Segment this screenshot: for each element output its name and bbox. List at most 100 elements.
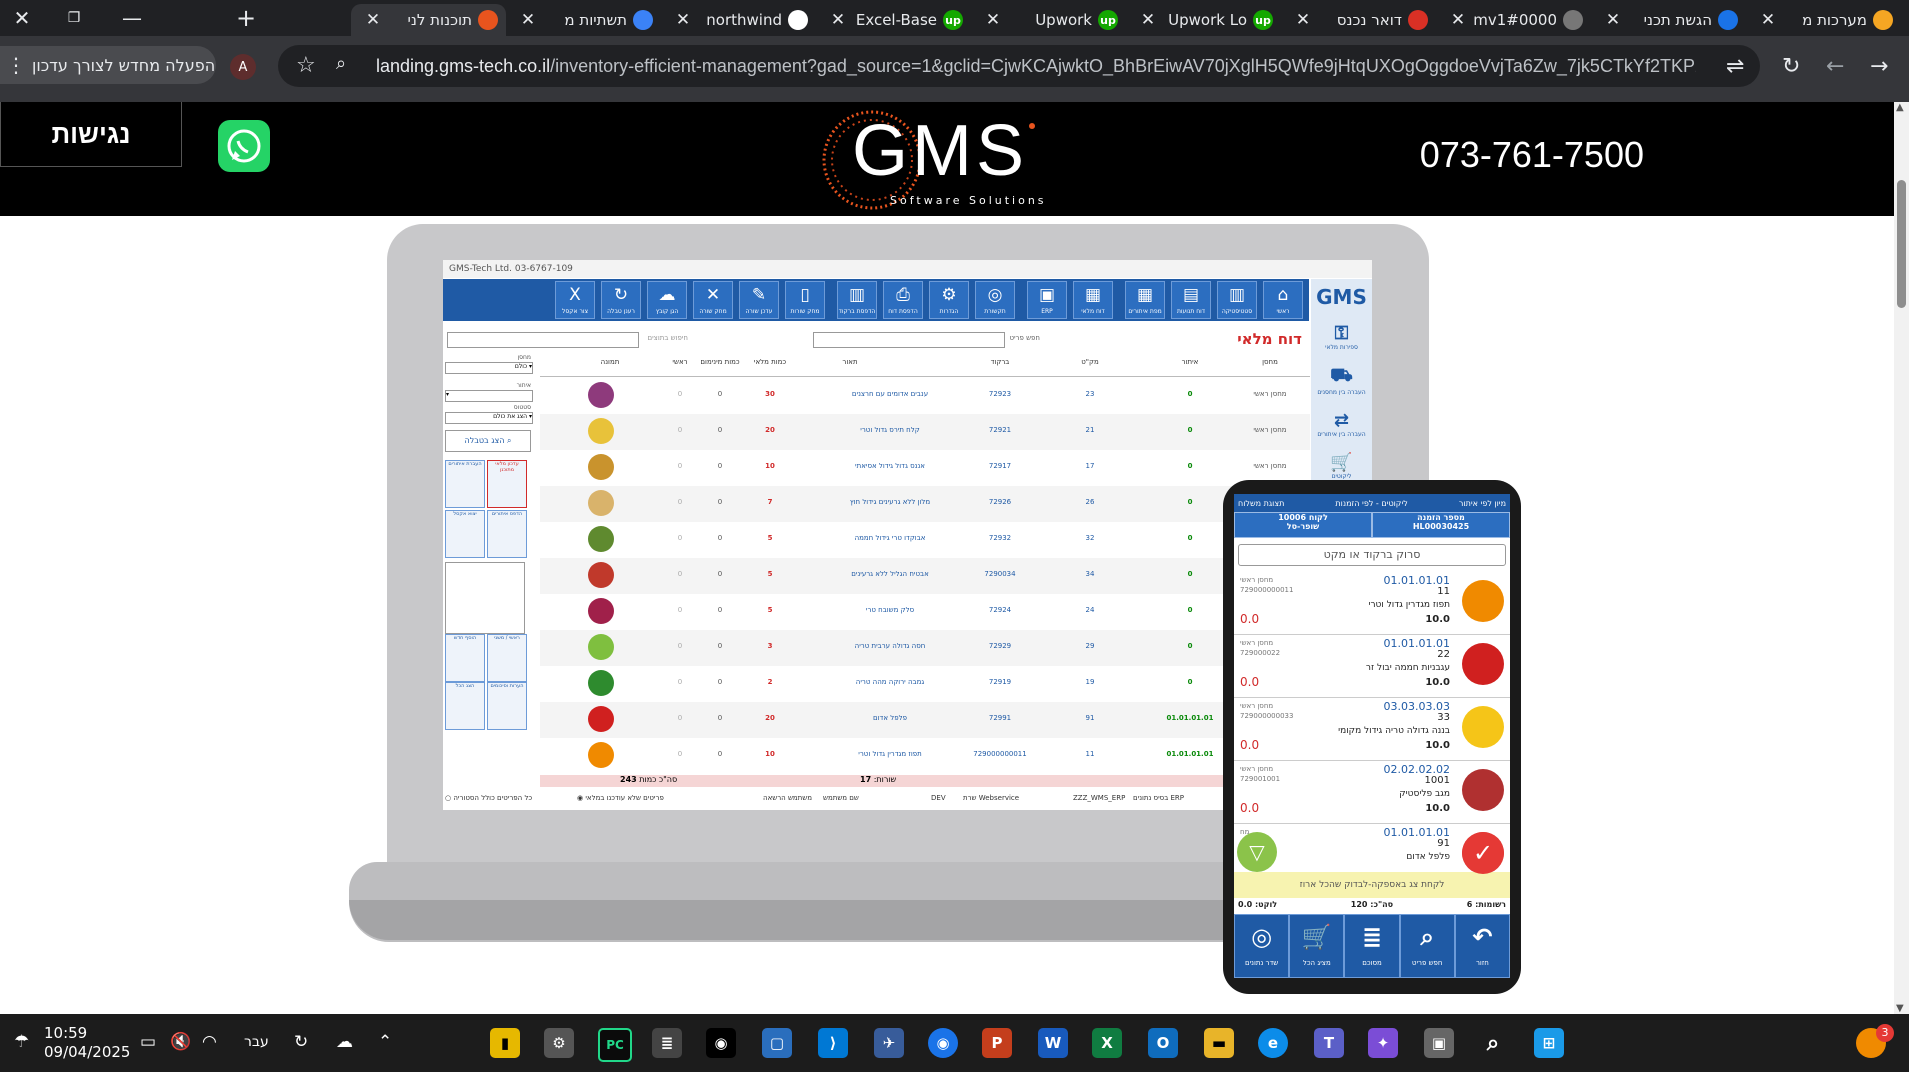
- column-header[interactable]: מק"ט: [1060, 358, 1120, 366]
- column-header[interactable]: ראשי: [650, 358, 710, 366]
- table-row[interactable]: מחסן ראשי 0 23 72923 ענבים אדומים עם חרצנים 3…: [540, 378, 1310, 414]
- confirm-check-icon[interactable]: ✓: [1462, 832, 1504, 874]
- mobile-bottom-button[interactable]: ≣ מסוכם: [1344, 914, 1400, 978]
- tab-close-icon[interactable]: ✕: [363, 10, 383, 30]
- ribbon-print-button[interactable]: ⎙ הדפסת דוח: [883, 281, 923, 319]
- chrome-icon[interactable]: ◉: [928, 1028, 958, 1058]
- notepad-icon[interactable]: ▢: [762, 1028, 792, 1058]
- window-restore-icon[interactable]: ❐: [52, 0, 96, 36]
- mobile-bottom-button[interactable]: 🛒 מציג הכל: [1289, 914, 1345, 978]
- relaunch-button[interactable]: ⋮ הפעלה מחדש לצורך עדכון: [0, 46, 216, 84]
- scroll-down-icon[interactable]: ▼: [1896, 1003, 1904, 1014]
- battery-icon[interactable]: ▭: [140, 1032, 156, 1052]
- site-settings-icon[interactable]: ⇌: [1726, 54, 1744, 79]
- table-row[interactable]: מחסן ראשי 0 17 72917 אננס גדול גידול אסיאתי 1…: [540, 450, 1310, 486]
- zoom-icon[interactable]: ⌕: [336, 53, 346, 74]
- ribbon-close-button[interactable]: ✕ מחק שורה: [693, 281, 733, 319]
- pycharm-icon[interactable]: PC: [598, 1028, 632, 1062]
- edge-icon[interactable]: e: [1258, 1028, 1288, 1058]
- column-header[interactable]: תמונה: [580, 358, 640, 366]
- ssms-icon[interactable]: ✈: [874, 1028, 904, 1058]
- mobile-header-right[interactable]: מיון לפי איתור: [1459, 499, 1506, 508]
- browser-tab[interactable]: ✕ תשתיות מ: [506, 4, 661, 36]
- profile-avatar[interactable]: A: [230, 54, 256, 80]
- browser-tab[interactable]: ✕ דואר נכנס: [1281, 4, 1436, 36]
- panel-button[interactable]: הערות וסיכומים: [487, 682, 527, 730]
- scrollbar-thumb[interactable]: [1897, 180, 1906, 308]
- tab-close-icon[interactable]: ✕: [1603, 10, 1623, 30]
- ribbon-edit-button[interactable]: ✎ עדכן שורה: [739, 281, 779, 319]
- browser-tab[interactable]: ✕ Upwork up: [971, 4, 1126, 36]
- tab-close-icon[interactable]: ✕: [828, 10, 848, 30]
- tab-close-icon[interactable]: ✕: [1293, 10, 1313, 30]
- column-header[interactable]: ברקוד: [970, 358, 1030, 366]
- table-row[interactable]: מחסן ראשי03272932אבוקדו טרי גידול חממה50…: [540, 522, 1310, 558]
- table-row[interactable]: מחסן ראשי02472924סלק משובח טרי500: [540, 594, 1310, 630]
- side-menu-item[interactable]: ⚿ ספירות מלאי: [1311, 323, 1372, 351]
- window-close-icon[interactable]: ✕: [0, 0, 44, 36]
- onedrive-icon[interactable]: ☁: [336, 1032, 353, 1052]
- teams-icon[interactable]: T: [1314, 1028, 1344, 1058]
- ribbon-excel-button[interactable]: X צור אקסל: [555, 281, 595, 319]
- start-icon[interactable]: ⊞: [1534, 1028, 1564, 1058]
- file-explorer-icon[interactable]: ▬: [1204, 1028, 1234, 1058]
- tab-close-icon[interactable]: ✕: [1758, 10, 1778, 30]
- database-icon[interactable]: ≣: [652, 1028, 682, 1058]
- back-icon[interactable]: →: [1870, 54, 1888, 79]
- github-desktop-icon[interactable]: ◉: [706, 1028, 736, 1058]
- url-text[interactable]: landing.gms-tech.co.il/inventory-efficie…: [376, 56, 1696, 77]
- panel-button[interactable]: יצוא אקסל: [445, 510, 485, 558]
- table-row[interactable]: מחסן ראשי 01.01.01.01 11 729000000011 תפוז מ…: [540, 738, 1310, 774]
- ribbon-erp-button[interactable]: ▣ ERP: [1027, 281, 1067, 319]
- ribbon-table-button[interactable]: ▦ דוח מלאי: [1073, 281, 1113, 319]
- browser-tab[interactable]: ✕ תוכנות לני: [351, 4, 506, 36]
- tab-close-icon[interactable]: ✕: [518, 10, 538, 30]
- ribbon-trash-button[interactable]: ▯ מחק שורות: [785, 281, 825, 319]
- search-icon[interactable]: ⌕: [1478, 1028, 1508, 1058]
- tab-close-icon[interactable]: ✕: [1138, 10, 1158, 30]
- wifi-icon[interactable]: ◠: [202, 1032, 217, 1052]
- pick-list-item[interactable]: 01.01.01.01 מחסן ראשי 729000022 22 עגבניות ח…: [1234, 635, 1510, 698]
- tray-expand-icon[interactable]: ⌃: [378, 1032, 392, 1052]
- page-scrollbar[interactable]: ▲ ▼: [1894, 102, 1909, 1014]
- outlook-icon[interactable]: O: [1148, 1028, 1178, 1058]
- mobile-bottom-button[interactable]: ⌕ חפש פריט: [1399, 914, 1455, 978]
- vscode-icon[interactable]: ⟩: [818, 1028, 848, 1058]
- language-indicator[interactable]: עבר: [244, 1034, 269, 1050]
- tab-close-icon[interactable]: ✕: [673, 10, 693, 30]
- copilot-icon[interactable]: ✦: [1368, 1028, 1398, 1058]
- browser-tab[interactable]: ✕ מערכות מ: [1746, 4, 1901, 36]
- window-minimize-icon[interactable]: —: [110, 0, 154, 36]
- address-bar[interactable]: ☆ ⌕ landing.gms-tech.co.il/inventory-eff…: [278, 45, 1760, 87]
- column-header[interactable]: תאור: [820, 358, 880, 366]
- ribbon-barcode-button[interactable]: ▥ הדפסת ברקוד: [837, 281, 877, 319]
- sync-icon[interactable]: ↻: [294, 1032, 308, 1052]
- panel-button[interactable]: הוסף חדש: [445, 634, 485, 682]
- column-header[interactable]: איתור: [1160, 358, 1220, 366]
- browser-tab[interactable]: ✕ Upwork Lo up: [1126, 4, 1281, 36]
- bookmark-star-icon[interactable]: ☆: [296, 53, 316, 78]
- table-row[interactable]: מחסן ראשי 0 34 7290034 אבטיח הגליל ללא גרעינ…: [540, 558, 1310, 594]
- volume-muted-icon[interactable]: 🔇: [170, 1032, 191, 1052]
- mobile-header-left[interactable]: תצוגת משלוח: [1238, 499, 1284, 508]
- powerpoint-icon[interactable]: P: [982, 1028, 1012, 1058]
- panel-button[interactable]: עדכון מלאי מתוכנן: [487, 460, 527, 508]
- warehouse-select[interactable]: כולם ▾: [445, 362, 533, 374]
- browser-tab[interactable]: ✕ Excel-Base up: [816, 4, 971, 36]
- scan-input[interactable]: סרוק ברקוד או מקט: [1238, 544, 1506, 566]
- ribbon-grid-button[interactable]: ▦ מפת איתורים: [1125, 281, 1165, 319]
- panel-button[interactable]: העברת איתורים: [445, 460, 485, 508]
- pick-list-item[interactable]: 01.01.01.01 מחסן ראשי 729000000011 11 תפוז מ…: [1234, 572, 1510, 635]
- ribbon-refresh-button[interactable]: ↻ רענן טבלה: [601, 281, 641, 319]
- table-row[interactable]: מחסן ראשי01.01.01.019172991פלפל אדום2000: [540, 702, 1310, 738]
- tab-close-icon[interactable]: ✕: [1448, 10, 1468, 30]
- radio-all-items[interactable]: ○ כל הפריטים כולל הסטוריה: [445, 794, 532, 802]
- ribbon-report-button[interactable]: ▤ דוח תנועות: [1171, 281, 1211, 319]
- table-row[interactable]: מחסן ראשי02672926מלון ללא גרעינים גידול …: [540, 486, 1310, 522]
- reload-icon[interactable]: ↻: [1782, 54, 1800, 79]
- ribbon-home-button[interactable]: ⌂ ראשי: [1263, 281, 1303, 319]
- ribbon-settings-button[interactable]: ⚙ הגדרות: [929, 281, 969, 319]
- panel-button[interactable]: ראשי / משני: [487, 634, 527, 682]
- browser-tab[interactable]: ✕ הגשת תכני: [1591, 4, 1746, 36]
- gms-logo[interactable]: GMS Software Solutions: [820, 108, 1070, 212]
